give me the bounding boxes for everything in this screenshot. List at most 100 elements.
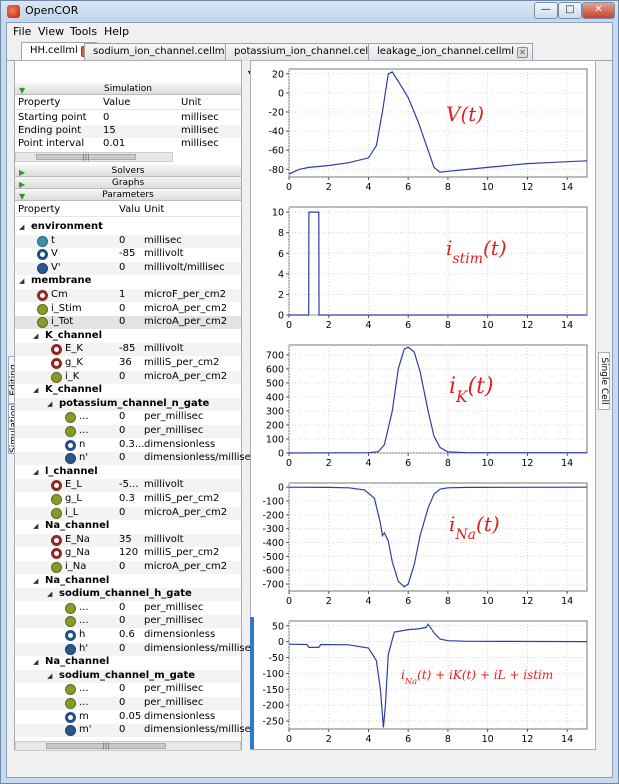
param-row[interactable]: E_Na 35 millivolt: [15, 533, 241, 547]
tree-expand-icon[interactable]: ◢: [47, 672, 52, 680]
param-row[interactable]: m' 0 dimensionless/millisec: [15, 724, 256, 738]
param-value[interactable]: 0: [119, 643, 125, 654]
param-row[interactable]: n' 0 dimensionless/millisec: [15, 452, 256, 466]
param-value[interactable]: 0: [119, 452, 125, 463]
sim-row-starting-point[interactable]: Starting point 0 millisec: [15, 112, 241, 125]
graph-plot[interactable]: 0 2 4 6 8 10 12 147006005004003002001000iK(t): [251, 337, 595, 473]
graph-panel[interactable]: 0 2 4 6 8 10 12 14 20 0 -20 -40 -60 -80 V(t): [251, 61, 595, 197]
param-value[interactable]: 0: [119, 561, 125, 572]
param-value[interactable]: 0: [119, 303, 125, 314]
row-value[interactable]: 0.01: [103, 138, 125, 149]
param-group-row[interactable]: ◢ l_channel: [15, 466, 241, 479]
graph-plot[interactable]: 0 2 4 6 8 10 12 14500-50-100-150-200-250iNa(t) …: [251, 613, 595, 749]
graph-plot[interactable]: 0 2 4 6 8 10 12 14 20 0 -20 -40 -60 -80 V(t): [251, 61, 595, 197]
graph-panel[interactable]: 0 2 4 6 8 10 12 14 10 8 6 4 2 0 istim(t): [251, 199, 595, 335]
param-row[interactable]: g_K 36 milliS_per_cm2: [15, 357, 241, 370]
tree-expand-icon[interactable]: ◢: [33, 332, 38, 340]
param-group-row[interactable]: ◢ potassium_channel_n_gate: [15, 397, 241, 411]
param-value[interactable]: 0.3...: [119, 439, 144, 450]
param-row[interactable]: Cm 1 microF_per_cm2: [15, 289, 241, 302]
tree-expand-icon[interactable]: ◢: [47, 400, 52, 408]
param-group-row[interactable]: ◢ Na_channel: [15, 575, 241, 588]
sim-row-ending-point[interactable]: Ending point 15 millisec: [15, 125, 241, 138]
param-value[interactable]: 0: [119, 371, 125, 382]
param-value[interactable]: 0.05: [119, 711, 141, 722]
param-row[interactable]: i_Tot 0 microA_per_cm2: [15, 316, 241, 330]
param-row[interactable]: t 0 millisec: [15, 234, 241, 248]
maximize-button[interactable]: □: [558, 2, 582, 19]
param-row[interactable]: ... 0 per_millisec: [15, 615, 241, 629]
tree-expand-icon[interactable]: ◢: [33, 386, 38, 394]
tree-expand-icon[interactable]: ◢: [19, 277, 24, 285]
param-value[interactable]: 1: [119, 289, 125, 300]
param-row[interactable]: ... 0 per_millisec: [15, 697, 241, 710]
title-bar[interactable]: OpenCOR — □ ✕: [1, 1, 618, 21]
param-row[interactable]: V -85 millivolt: [15, 248, 241, 261]
graph-panel[interactable]: 0 2 4 6 8 10 12 14 700 600 500 400 300 200 100 0 iK(t): [251, 337, 595, 473]
param-value[interactable]: 0: [119, 262, 125, 273]
close-tab-icon[interactable]: ✕: [517, 47, 529, 58]
param-group-row[interactable]: ◢ Na_channel: [15, 520, 241, 533]
tree-expand-icon[interactable]: ◢: [33, 658, 38, 666]
tree-expand-icon[interactable]: ◢: [19, 223, 24, 231]
param-row[interactable]: E_L -5... millivolt: [15, 479, 241, 493]
minimize-button[interactable]: —: [534, 2, 558, 19]
graph-panel[interactable]: 0 2 4 6 8 10 12 14 0 -100 -200 -300 -400 -500 -600 -700…: [251, 475, 595, 611]
param-value[interactable]: 0.3: [119, 493, 135, 504]
sim-row-point-interval[interactable]: Point interval 0.01 millisec: [15, 138, 241, 151]
param-row[interactable]: h' 0 dimensionless/millisec: [15, 642, 256, 656]
parameters-horizontal-scrollbar[interactable]: |||: [15, 741, 241, 751]
param-value[interactable]: 35: [119, 534, 132, 545]
param-group-row[interactable]: ◢ K_channel: [15, 330, 241, 343]
param-value[interactable]: -85: [119, 343, 135, 354]
param-value[interactable]: 0.6: [119, 629, 135, 640]
row-value[interactable]: 15: [103, 125, 116, 136]
simulation-section-header[interactable]: ▼ Simulation: [15, 83, 241, 95]
param-row[interactable]: ... 0 per_millisec: [15, 683, 241, 696]
param-row[interactable]: i_Na 0 microA_per_cm2: [15, 561, 241, 574]
param-group-row[interactable]: ◢ sodium_channel_h_gate: [15, 588, 241, 602]
menu-help[interactable]: Help: [104, 25, 129, 38]
menu-file[interactable]: File: [13, 25, 31, 38]
menu-view[interactable]: View: [38, 25, 64, 38]
parameters-section-header[interactable]: ▼ Parameters: [15, 189, 241, 201]
tree-expand-icon[interactable]: ◢: [47, 590, 52, 598]
tree-expand-icon[interactable]: ◢: [33, 577, 38, 585]
param-row[interactable]: i_K 0 microA_per_cm2: [15, 370, 241, 384]
tab-leakage-ion-channel[interactable]: leakage_ion_channel.cellml ✕: [368, 43, 534, 61]
param-row[interactable]: ... 0 per_millisec: [15, 425, 241, 438]
param-value[interactable]: 0: [119, 507, 125, 518]
tab-single-cell[interactable]: Single Cell: [598, 352, 610, 410]
param-value[interactable]: 0: [119, 615, 125, 626]
param-row[interactable]: h 0.6 dimensionless: [15, 629, 241, 642]
tree-expand-icon[interactable]: ◢: [33, 522, 38, 530]
solvers-section-header[interactable]: ▶ Solvers: [15, 165, 241, 177]
param-group-row[interactable]: ◢ Na_channel: [15, 656, 241, 669]
param-value[interactable]: 0: [119, 602, 125, 613]
graph-plot[interactable]: 0 2 4 6 8 10 12 141086420istim(t): [251, 199, 595, 335]
param-row[interactable]: E_K -85 millivolt: [15, 343, 241, 357]
tree-expand-icon[interactable]: ◢: [33, 468, 38, 476]
param-value[interactable]: -85: [119, 248, 135, 259]
param-value[interactable]: 0: [119, 235, 125, 246]
param-group-row[interactable]: ◢ K_channel: [15, 384, 241, 397]
param-group-row[interactable]: ◢ environment: [15, 221, 241, 234]
param-value[interactable]: 0: [119, 425, 125, 436]
param-group-row[interactable]: ◢ membrane: [15, 275, 241, 288]
param-value[interactable]: 0: [119, 683, 125, 694]
param-value[interactable]: 36: [119, 357, 132, 368]
param-value[interactable]: 0: [119, 316, 125, 327]
param-row[interactable]: g_L 0.3 milliS_per_cm2: [15, 493, 241, 506]
param-row[interactable]: i_Stim 0 microA_per_cm2: [15, 303, 241, 316]
param-value[interactable]: 0: [119, 697, 125, 708]
graphs-section-header[interactable]: ▶ Graphs: [15, 177, 241, 189]
graph-plot[interactable]: 0 2 4 6 8 10 12 14 0 -100 -200 -300 -400 -500 -600 -700…: [251, 475, 595, 611]
menu-tools[interactable]: Tools: [70, 25, 97, 38]
param-row[interactable]: ... 0 per_millisec: [15, 602, 241, 615]
param-row[interactable]: V' 0 millivolt/millisec: [15, 261, 241, 275]
simulation-horizontal-scrollbar[interactable]: |||: [15, 152, 173, 162]
close-window-button[interactable]: ✕: [582, 2, 615, 19]
param-row[interactable]: n 0.3... dimensionless: [15, 439, 241, 452]
param-row[interactable]: ... 0 per_millisec: [15, 411, 241, 424]
param-row[interactable]: m 0.05 dimensionless: [15, 711, 241, 724]
